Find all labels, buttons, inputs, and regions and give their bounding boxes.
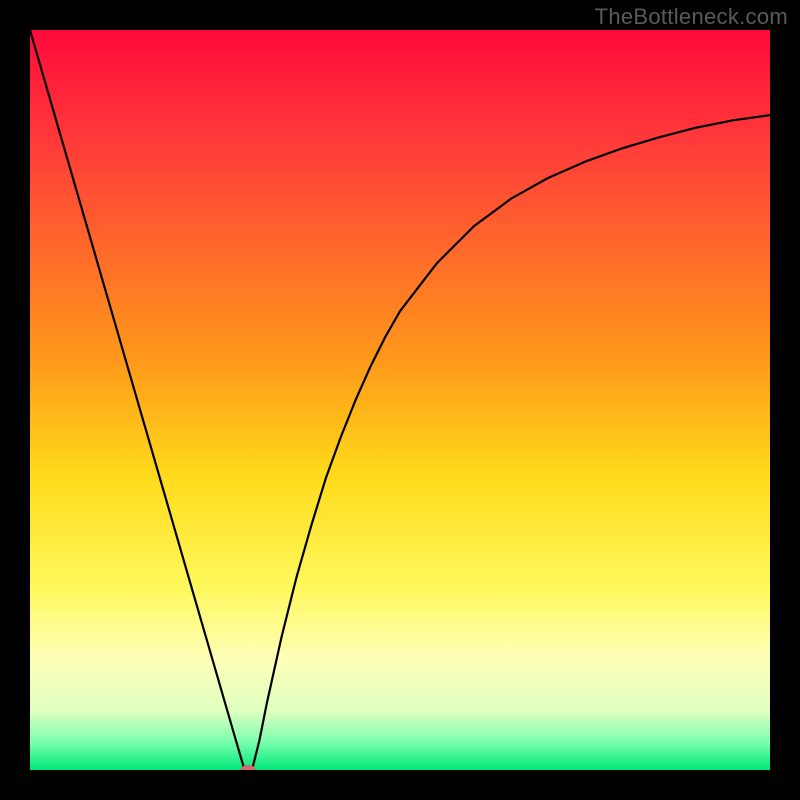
chart-background bbox=[30, 30, 770, 770]
chart-container: TheBottleneck.com bbox=[0, 0, 800, 800]
plot-area bbox=[30, 30, 770, 770]
watermark-text: TheBottleneck.com bbox=[595, 4, 788, 30]
chart-svg bbox=[30, 30, 770, 770]
